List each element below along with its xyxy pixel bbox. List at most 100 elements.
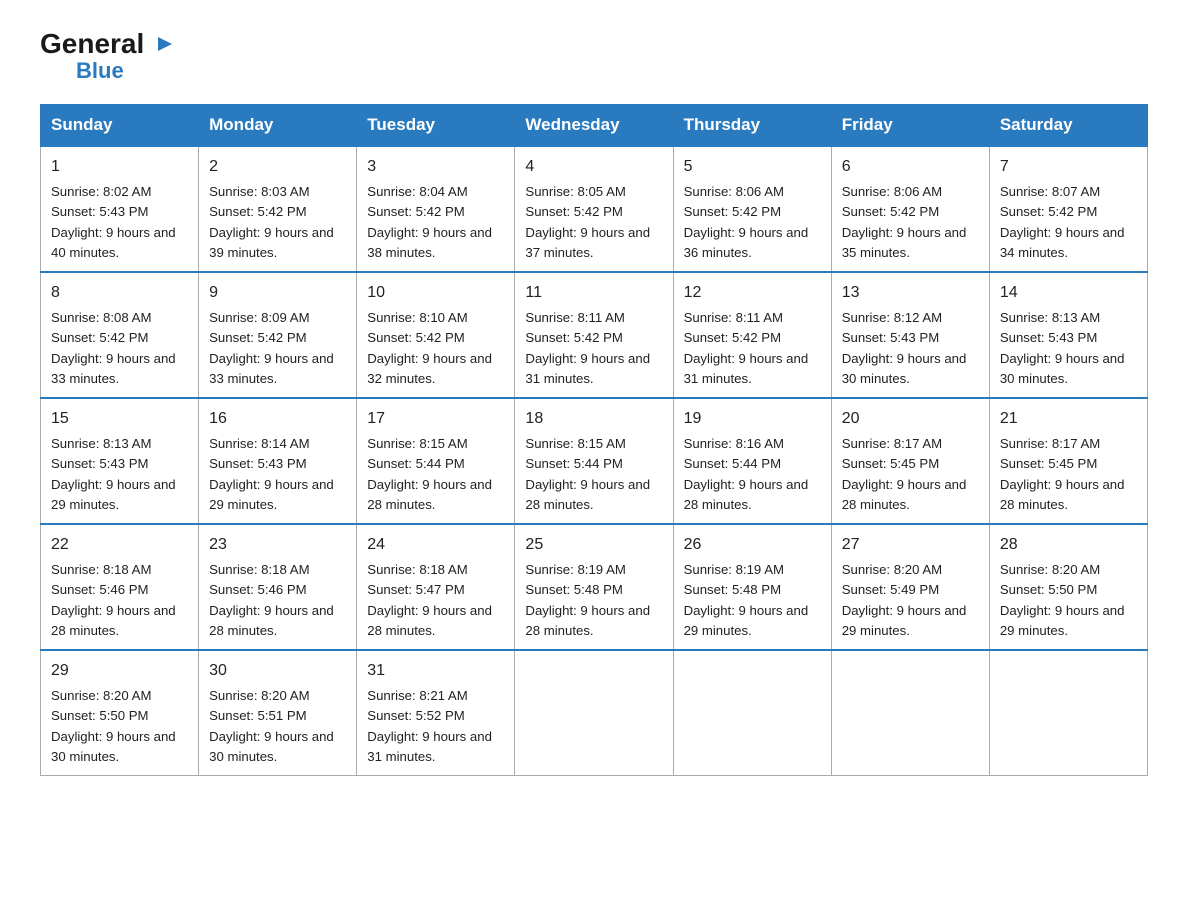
day-number: 21 — [1000, 407, 1137, 431]
calendar-cell — [831, 650, 989, 776]
calendar-cell: 14 Sunrise: 8:13 AMSunset: 5:43 PMDaylig… — [989, 272, 1147, 398]
day-info: Sunrise: 8:17 AMSunset: 5:45 PMDaylight:… — [1000, 436, 1125, 512]
day-number: 11 — [525, 281, 662, 305]
day-info: Sunrise: 8:13 AMSunset: 5:43 PMDaylight:… — [51, 436, 176, 512]
calendar-week-4: 22 Sunrise: 8:18 AMSunset: 5:46 PMDaylig… — [41, 524, 1148, 650]
calendar-cell: 11 Sunrise: 8:11 AMSunset: 5:42 PMDaylig… — [515, 272, 673, 398]
weekday-header-wednesday: Wednesday — [515, 105, 673, 147]
day-info: Sunrise: 8:14 AMSunset: 5:43 PMDaylight:… — [209, 436, 334, 512]
day-info: Sunrise: 8:20 AMSunset: 5:49 PMDaylight:… — [842, 562, 967, 638]
day-number: 15 — [51, 407, 188, 431]
day-number: 19 — [684, 407, 821, 431]
day-info: Sunrise: 8:20 AMSunset: 5:51 PMDaylight:… — [209, 688, 334, 764]
calendar-cell: 10 Sunrise: 8:10 AMSunset: 5:42 PMDaylig… — [357, 272, 515, 398]
weekday-header-saturday: Saturday — [989, 105, 1147, 147]
page-header: General Blue — [40, 30, 1148, 84]
day-info: Sunrise: 8:03 AMSunset: 5:42 PMDaylight:… — [209, 184, 334, 260]
calendar-cell: 5 Sunrise: 8:06 AMSunset: 5:42 PMDayligh… — [673, 146, 831, 272]
calendar-cell: 30 Sunrise: 8:20 AMSunset: 5:51 PMDaylig… — [199, 650, 357, 776]
day-info: Sunrise: 8:06 AMSunset: 5:42 PMDaylight:… — [842, 184, 967, 260]
calendar-cell: 19 Sunrise: 8:16 AMSunset: 5:44 PMDaylig… — [673, 398, 831, 524]
day-number: 7 — [1000, 155, 1137, 179]
day-info: Sunrise: 8:04 AMSunset: 5:42 PMDaylight:… — [367, 184, 492, 260]
day-number: 27 — [842, 533, 979, 557]
day-number: 22 — [51, 533, 188, 557]
day-number: 17 — [367, 407, 504, 431]
day-info: Sunrise: 8:20 AMSunset: 5:50 PMDaylight:… — [51, 688, 176, 764]
day-number: 5 — [684, 155, 821, 179]
day-number: 12 — [684, 281, 821, 305]
calendar-cell: 27 Sunrise: 8:20 AMSunset: 5:49 PMDaylig… — [831, 524, 989, 650]
day-number: 4 — [525, 155, 662, 179]
day-number: 1 — [51, 155, 188, 179]
calendar-cell: 17 Sunrise: 8:15 AMSunset: 5:44 PMDaylig… — [357, 398, 515, 524]
day-info: Sunrise: 8:18 AMSunset: 5:46 PMDaylight:… — [51, 562, 176, 638]
day-number: 13 — [842, 281, 979, 305]
day-info: Sunrise: 8:11 AMSunset: 5:42 PMDaylight:… — [525, 310, 650, 386]
day-info: Sunrise: 8:15 AMSunset: 5:44 PMDaylight:… — [525, 436, 650, 512]
calendar-cell: 16 Sunrise: 8:14 AMSunset: 5:43 PMDaylig… — [199, 398, 357, 524]
weekday-header-friday: Friday — [831, 105, 989, 147]
calendar-cell: 22 Sunrise: 8:18 AMSunset: 5:46 PMDaylig… — [41, 524, 199, 650]
calendar-cell: 18 Sunrise: 8:15 AMSunset: 5:44 PMDaylig… — [515, 398, 673, 524]
day-info: Sunrise: 8:15 AMSunset: 5:44 PMDaylight:… — [367, 436, 492, 512]
day-number: 24 — [367, 533, 504, 557]
calendar-cell: 8 Sunrise: 8:08 AMSunset: 5:42 PMDayligh… — [41, 272, 199, 398]
weekday-header-tuesday: Tuesday — [357, 105, 515, 147]
day-info: Sunrise: 8:10 AMSunset: 5:42 PMDaylight:… — [367, 310, 492, 386]
day-number: 14 — [1000, 281, 1137, 305]
day-info: Sunrise: 8:11 AMSunset: 5:42 PMDaylight:… — [684, 310, 809, 386]
day-number: 16 — [209, 407, 346, 431]
day-info: Sunrise: 8:09 AMSunset: 5:42 PMDaylight:… — [209, 310, 334, 386]
calendar-week-3: 15 Sunrise: 8:13 AMSunset: 5:43 PMDaylig… — [41, 398, 1148, 524]
day-info: Sunrise: 8:12 AMSunset: 5:43 PMDaylight:… — [842, 310, 967, 386]
day-info: Sunrise: 8:08 AMSunset: 5:42 PMDaylight:… — [51, 310, 176, 386]
calendar-cell: 6 Sunrise: 8:06 AMSunset: 5:42 PMDayligh… — [831, 146, 989, 272]
calendar-cell — [515, 650, 673, 776]
day-number: 10 — [367, 281, 504, 305]
day-number: 26 — [684, 533, 821, 557]
day-number: 29 — [51, 659, 188, 683]
calendar-cell: 7 Sunrise: 8:07 AMSunset: 5:42 PMDayligh… — [989, 146, 1147, 272]
calendar-cell: 12 Sunrise: 8:11 AMSunset: 5:42 PMDaylig… — [673, 272, 831, 398]
day-number: 8 — [51, 281, 188, 305]
day-info: Sunrise: 8:21 AMSunset: 5:52 PMDaylight:… — [367, 688, 492, 764]
logo-blue-text: Blue — [76, 58, 176, 84]
calendar-cell: 28 Sunrise: 8:20 AMSunset: 5:50 PMDaylig… — [989, 524, 1147, 650]
calendar-week-1: 1 Sunrise: 8:02 AMSunset: 5:43 PMDayligh… — [41, 146, 1148, 272]
weekday-header-monday: Monday — [199, 105, 357, 147]
day-info: Sunrise: 8:16 AMSunset: 5:44 PMDaylight:… — [684, 436, 809, 512]
day-number: 6 — [842, 155, 979, 179]
calendar-cell — [673, 650, 831, 776]
day-number: 31 — [367, 659, 504, 683]
day-number: 3 — [367, 155, 504, 179]
day-info: Sunrise: 8:19 AMSunset: 5:48 PMDaylight:… — [684, 562, 809, 638]
logo-general-text: General — [40, 30, 176, 58]
calendar-cell: 23 Sunrise: 8:18 AMSunset: 5:46 PMDaylig… — [199, 524, 357, 650]
calendar-cell: 13 Sunrise: 8:12 AMSunset: 5:43 PMDaylig… — [831, 272, 989, 398]
day-info: Sunrise: 8:02 AMSunset: 5:43 PMDaylight:… — [51, 184, 176, 260]
calendar-cell: 24 Sunrise: 8:18 AMSunset: 5:47 PMDaylig… — [357, 524, 515, 650]
calendar-week-2: 8 Sunrise: 8:08 AMSunset: 5:42 PMDayligh… — [41, 272, 1148, 398]
day-number: 9 — [209, 281, 346, 305]
calendar-week-5: 29 Sunrise: 8:20 AMSunset: 5:50 PMDaylig… — [41, 650, 1148, 776]
calendar-table: SundayMondayTuesdayWednesdayThursdayFrid… — [40, 104, 1148, 776]
day-info: Sunrise: 8:20 AMSunset: 5:50 PMDaylight:… — [1000, 562, 1125, 638]
day-number: 30 — [209, 659, 346, 683]
day-number: 2 — [209, 155, 346, 179]
day-info: Sunrise: 8:17 AMSunset: 5:45 PMDaylight:… — [842, 436, 967, 512]
day-info: Sunrise: 8:18 AMSunset: 5:47 PMDaylight:… — [367, 562, 492, 638]
calendar-cell: 25 Sunrise: 8:19 AMSunset: 5:48 PMDaylig… — [515, 524, 673, 650]
day-number: 20 — [842, 407, 979, 431]
calendar-cell: 3 Sunrise: 8:04 AMSunset: 5:42 PMDayligh… — [357, 146, 515, 272]
calendar-cell — [989, 650, 1147, 776]
day-info: Sunrise: 8:18 AMSunset: 5:46 PMDaylight:… — [209, 562, 334, 638]
calendar-cell: 2 Sunrise: 8:03 AMSunset: 5:42 PMDayligh… — [199, 146, 357, 272]
logo: General Blue — [40, 30, 176, 84]
day-info: Sunrise: 8:13 AMSunset: 5:43 PMDaylight:… — [1000, 310, 1125, 386]
calendar-cell: 1 Sunrise: 8:02 AMSunset: 5:43 PMDayligh… — [41, 146, 199, 272]
day-number: 28 — [1000, 533, 1137, 557]
weekday-header-row: SundayMondayTuesdayWednesdayThursdayFrid… — [41, 105, 1148, 147]
day-info: Sunrise: 8:19 AMSunset: 5:48 PMDaylight:… — [525, 562, 650, 638]
calendar-cell: 15 Sunrise: 8:13 AMSunset: 5:43 PMDaylig… — [41, 398, 199, 524]
